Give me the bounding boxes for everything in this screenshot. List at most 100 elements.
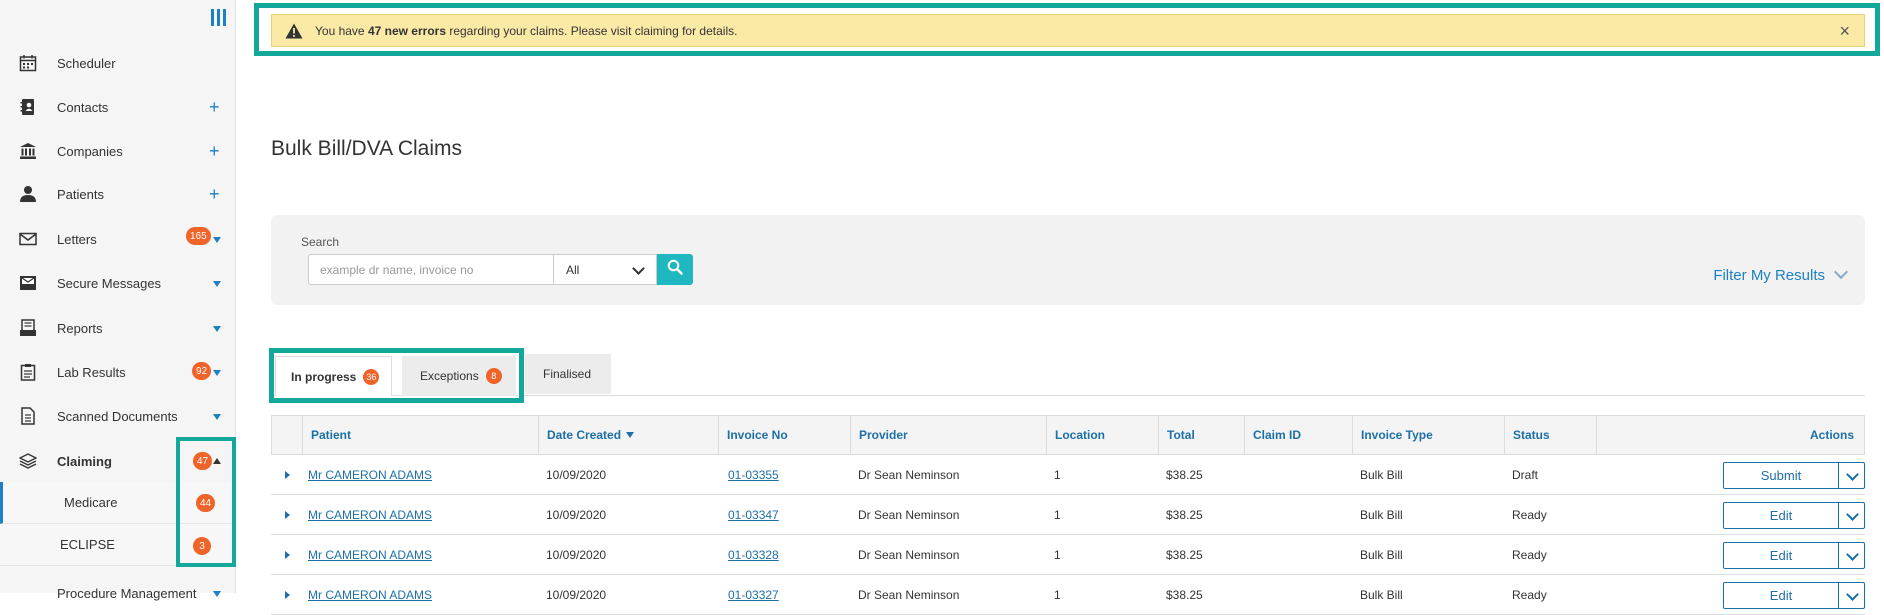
cell-total: $38.25 (1166, 588, 1203, 602)
contacts-icon (18, 97, 38, 117)
sidebar-item-label: Companies (57, 143, 123, 159)
table-row: Mr CAMERON ADAMS 01-03327 10/09/2020 Dr Sea… (271, 575, 1865, 615)
header-invoice-no[interactable]: Invoice No (718, 416, 850, 454)
sidebar-item-label: Contacts (57, 99, 109, 115)
chevron-up-icon[interactable] (213, 458, 221, 464)
header-location[interactable]: Location (1046, 416, 1158, 454)
envelope-icon (18, 229, 38, 249)
cell-type: Bulk Bill (1360, 588, 1403, 602)
cell-patient: Mr CAMERON ADAMS (308, 535, 432, 575)
search-input[interactable] (308, 254, 554, 285)
tab-label: Finalised (543, 367, 592, 381)
search-button[interactable] (657, 254, 693, 285)
sidebar-item-letters[interactable]: Letters 165 (0, 219, 236, 259)
close-icon[interactable]: × (1839, 22, 1850, 40)
chevron-down-icon[interactable] (1833, 264, 1849, 280)
header-patient[interactable]: Patient (302, 416, 538, 454)
sidebar-item-claiming[interactable]: Claiming 47 (0, 441, 236, 481)
add-contact-button[interactable]: + (209, 98, 220, 116)
medicare-count-badge: 44 (196, 494, 216, 512)
cell-patient: Mr CAMERON ADAMS (308, 575, 432, 615)
expand-row-icon[interactable] (285, 511, 290, 519)
chevron-down-icon[interactable] (1838, 582, 1865, 609)
cell-location: 1 (1054, 468, 1061, 482)
header-claim-id[interactable]: Claim ID (1244, 416, 1352, 454)
cell-status: Ready (1512, 508, 1547, 522)
add-patient-button[interactable]: + (209, 185, 220, 203)
row-action-button[interactable]: Edit (1723, 502, 1839, 529)
sidebar-item-patients[interactable]: Patients + (0, 174, 236, 214)
patient-link[interactable]: Mr CAMERON ADAMS (308, 588, 432, 602)
patient-link[interactable]: Mr CAMERON ADAMS (308, 468, 432, 482)
table-row: Mr CAMERON ADAMS 01-03355 10/09/2020 Dr Sea… (271, 455, 1865, 495)
table-row: Mr CAMERON ADAMS 01-03328 10/09/2020 Dr Sea… (271, 535, 1865, 575)
sidebar-subitem-medicare[interactable]: Medicare 44 (0, 482, 236, 524)
chevron-down-icon[interactable] (1838, 542, 1865, 569)
sidebar-item-scheduler[interactable]: Scheduler (0, 43, 236, 83)
chevron-down-icon[interactable] (213, 414, 221, 420)
invoice-link[interactable]: 01-03347 (728, 508, 779, 522)
invoice-link[interactable]: 01-03327 (728, 588, 779, 602)
header-status[interactable]: Status (1504, 416, 1596, 454)
cell-patient: Mr CAMERON ADAMS (308, 495, 432, 535)
row-action-button[interactable]: Edit (1723, 582, 1839, 609)
chevron-down-icon[interactable] (213, 281, 221, 287)
add-company-button[interactable]: + (209, 142, 220, 160)
chevron-down-icon[interactable] (213, 237, 221, 243)
expand-row-icon[interactable] (285, 471, 290, 479)
cell-provider: Dr Sean Neminson (858, 468, 960, 482)
filter-results-toggle[interactable]: Filter My Results (1713, 267, 1825, 284)
chevron-down-icon[interactable] (213, 370, 221, 376)
claiming-count-badge: 47 (193, 452, 213, 470)
lab-results-count-badge: 92 (192, 362, 212, 380)
search-scope-select[interactable]: All (553, 254, 657, 285)
chevron-down-icon[interactable] (213, 591, 221, 597)
sidebar-item-label: Patients (57, 186, 104, 202)
sidebar-item-contacts[interactable]: Contacts + (0, 87, 236, 127)
sidebar-item-procedure-management[interactable]: Procedure Management (0, 573, 236, 613)
sidebar-item-label: Scanned Documents (57, 408, 178, 424)
warning-icon (285, 23, 303, 39)
cell-invoice-no: 01-03328 (728, 535, 779, 575)
table-header: Patient Date Created Invoice No Provider… (271, 415, 1865, 455)
sidebar-item-lab-results[interactable]: Lab Results 92 (0, 352, 236, 392)
reports-icon (18, 318, 38, 338)
patient-link[interactable]: Mr CAMERON ADAMS (308, 508, 432, 522)
header-date-created[interactable]: Date Created (538, 416, 718, 454)
sidebar-item-reports[interactable]: Reports (0, 308, 236, 348)
sidebar-item-label: Letters (57, 231, 97, 247)
expand-row-icon[interactable] (285, 551, 290, 559)
sidebar-item-companies[interactable]: Companies + (0, 131, 236, 171)
alert-message: You have 47 new errors regarding your cl… (315, 23, 738, 38)
sidebar-item-secure-messages[interactable]: Secure Messages (0, 263, 236, 303)
cell-date: 10/09/2020 (546, 508, 607, 522)
letters-count-badge: 165 (186, 227, 211, 245)
invoice-link[interactable]: 01-03355 (728, 468, 779, 482)
calendar-icon (18, 53, 38, 73)
sidebar-collapse-icon[interactable] (208, 9, 228, 29)
invoice-link[interactable]: 01-03328 (728, 548, 779, 562)
cell-patient: Mr CAMERON ADAMS (308, 455, 432, 495)
patient-link[interactable]: Mr CAMERON ADAMS (308, 548, 432, 562)
chevron-down-icon[interactable] (213, 326, 221, 332)
row-action-button[interactable]: Submit (1723, 462, 1839, 489)
cell-total: $38.25 (1166, 468, 1203, 482)
row-action-button[interactable]: Edit (1723, 542, 1839, 569)
tab-finalised[interactable]: Finalised (525, 354, 611, 394)
header-invoice-type[interactable]: Invoice Type (1352, 416, 1504, 454)
expand-row-icon[interactable] (285, 591, 290, 599)
cell-type: Bulk Bill (1360, 508, 1403, 522)
chevron-down-icon[interactable] (1838, 502, 1865, 529)
person-icon (18, 184, 38, 204)
chevron-down-icon[interactable] (1838, 462, 1865, 489)
header-provider[interactable]: Provider (850, 416, 1046, 454)
layers-icon (18, 451, 38, 471)
header-total[interactable]: Total (1158, 416, 1244, 454)
sidebar-item-label: Secure Messages (57, 275, 162, 291)
sidebar-subitem-eclipse[interactable]: ECLIPSE 3 (0, 524, 236, 566)
tabs-highlight-frame (269, 348, 524, 403)
sidebar-item-scanned-documents[interactable]: Scanned Documents (0, 396, 236, 436)
table-row: Mr CAMERON ADAMS 01-03347 10/09/2020 Dr Sea… (271, 495, 1865, 535)
bank-icon (18, 141, 38, 161)
sidebar-item-label: Scheduler (57, 55, 116, 71)
